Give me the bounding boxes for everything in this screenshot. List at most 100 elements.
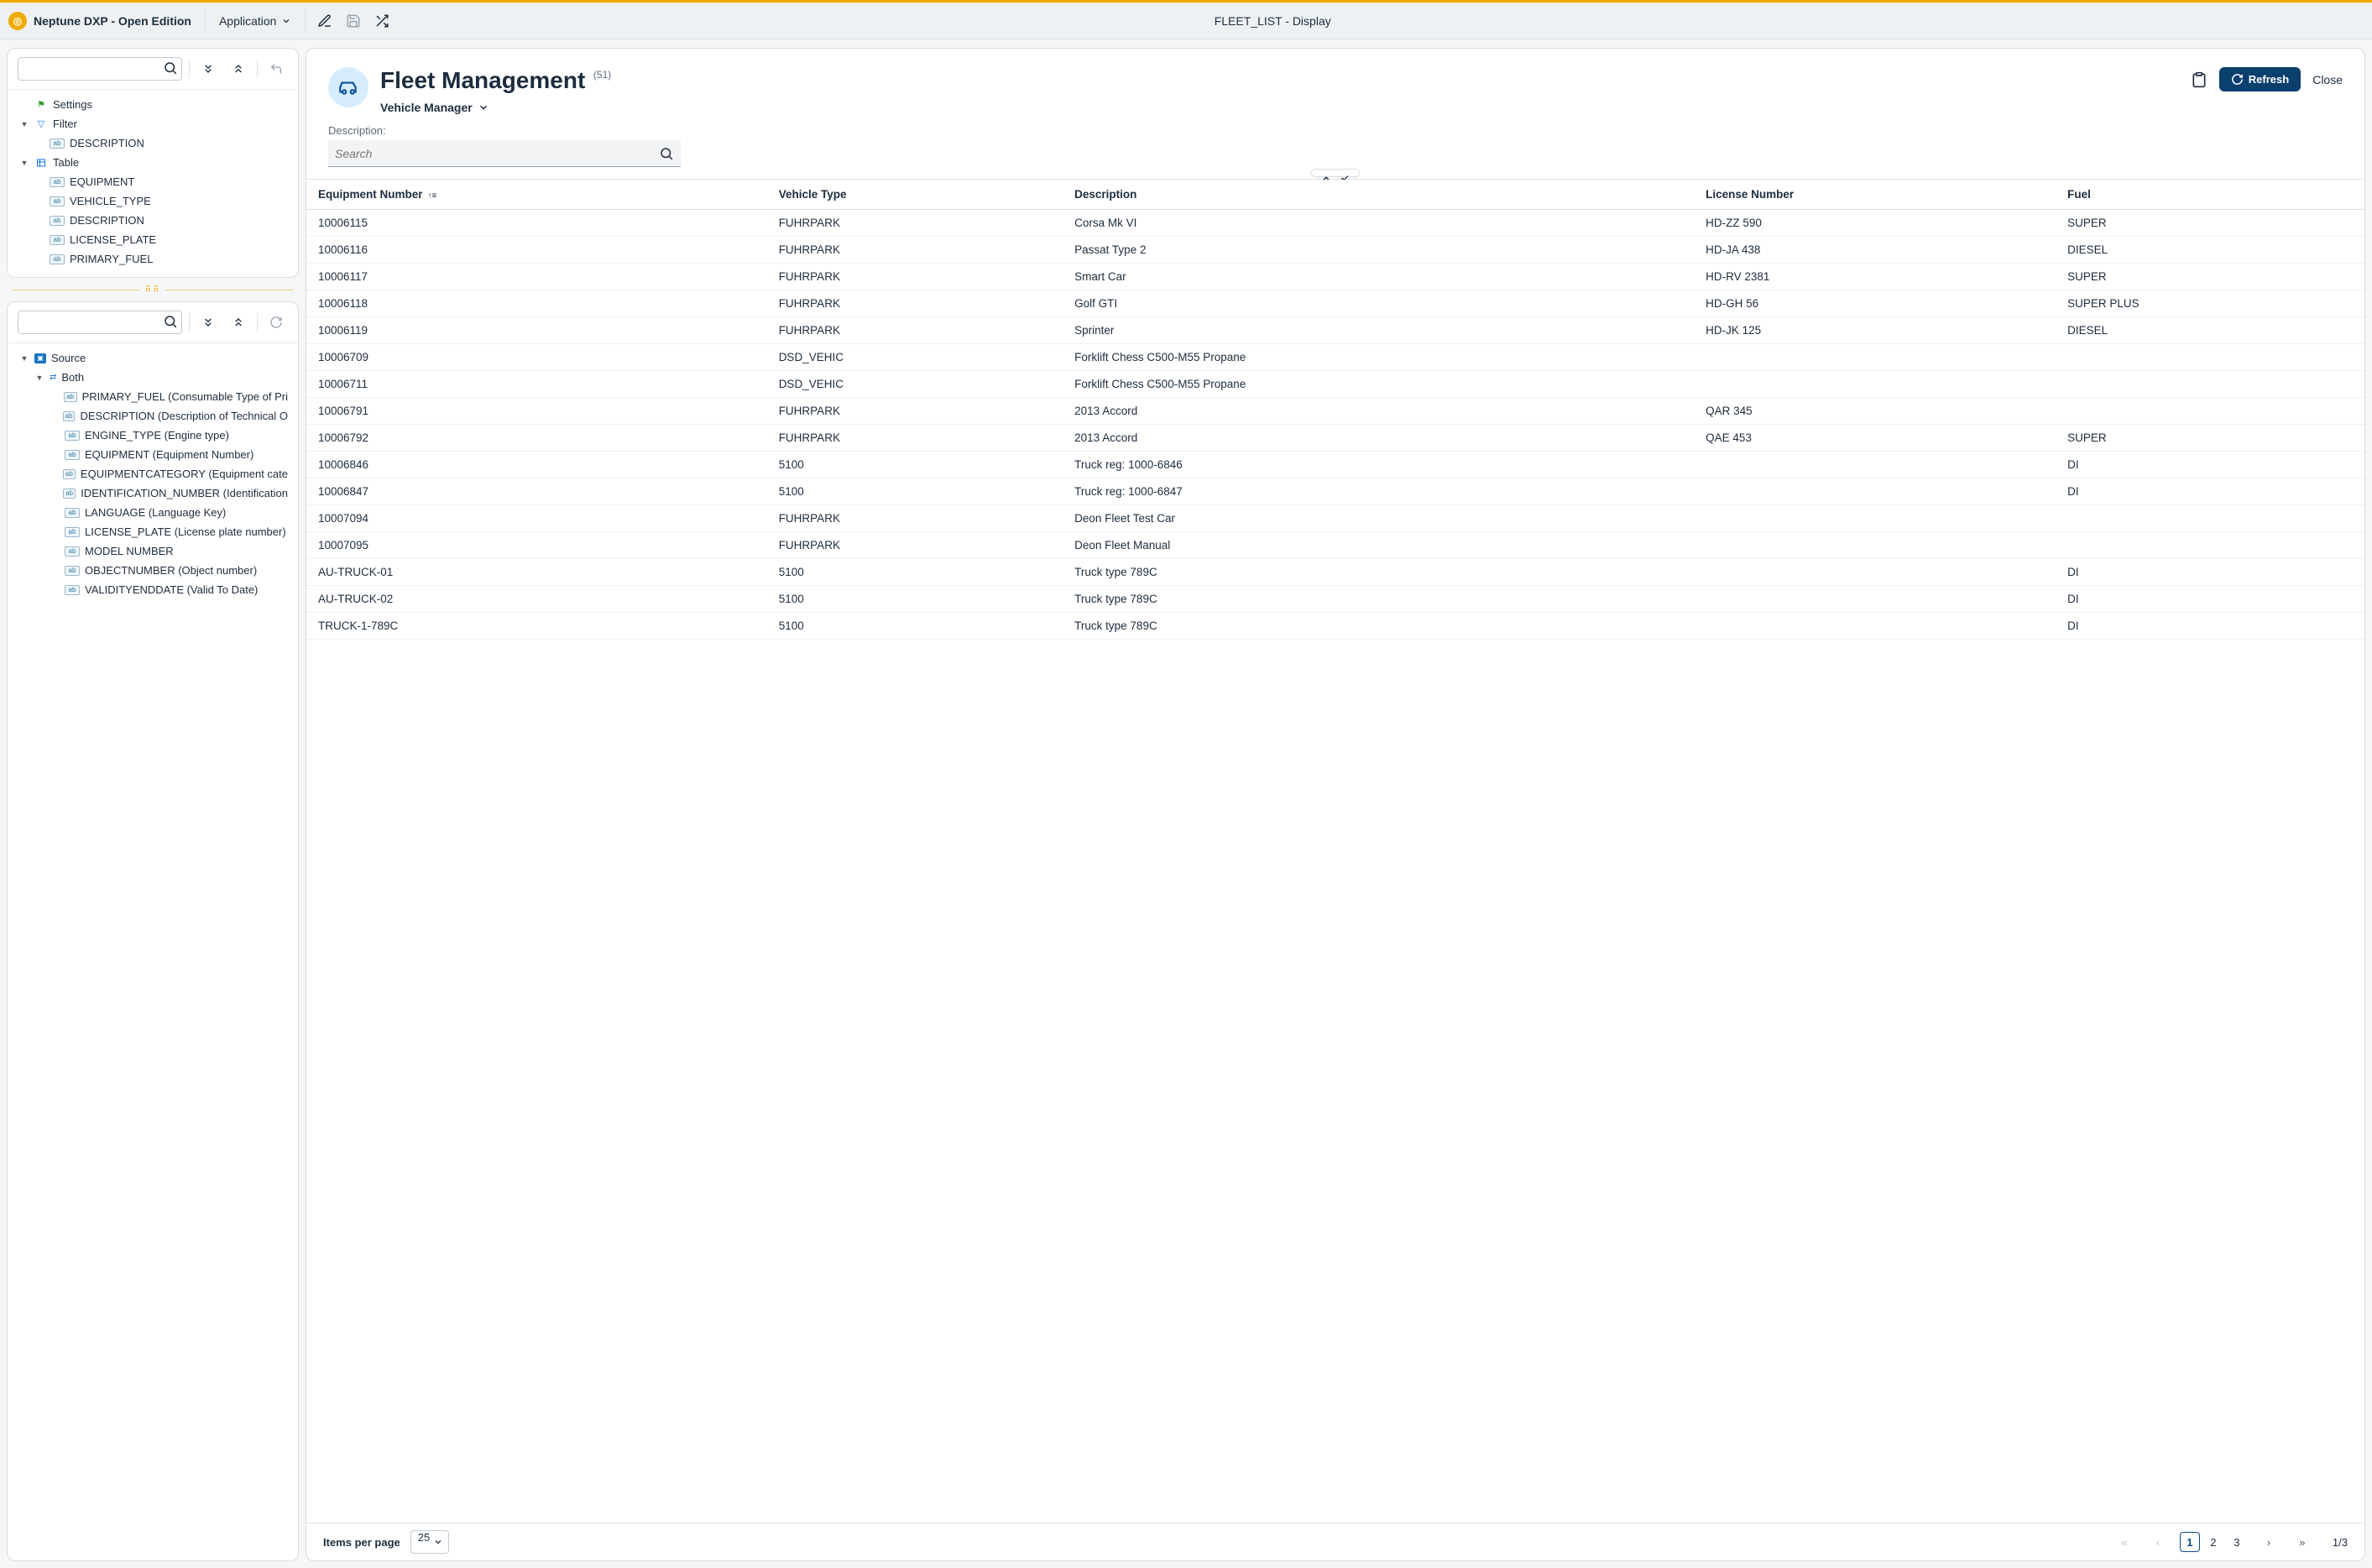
pager-next[interactable]: › [2257, 1530, 2281, 1554]
table-row[interactable]: AU-TRUCK-015100Truck type 789CDI [306, 559, 2364, 586]
shuffle-button[interactable] [368, 7, 396, 35]
expand-all-button[interactable] [196, 311, 220, 334]
refresh-button[interactable] [264, 311, 288, 334]
table-cell: Passat Type 2 [1063, 237, 1694, 264]
table-icon [34, 157, 48, 169]
column-header[interactable]: License Number [1694, 180, 2056, 210]
topbar: ◎ Neptune DXP - Open Edition Application… [0, 3, 2372, 39]
edit-button[interactable] [311, 7, 339, 35]
pager-last[interactable]: » [2291, 1530, 2314, 1554]
table-cell: HD-ZZ 590 [1694, 210, 2056, 237]
tree-item-field[interactable]: abMODEL NUMBER [11, 541, 295, 561]
tree-item-field[interactable]: abLICENSE_PLATE (License plate number) [11, 522, 295, 541]
table-cell: QAE 453 [1694, 425, 2056, 452]
table-row[interactable]: 100068465100Truck reg: 1000-6846DI [306, 452, 2364, 478]
tree-item[interactable]: abPRIMARY_FUEL [11, 249, 295, 269]
tree-item-field[interactable]: abDESCRIPTION (Description of Technical … [11, 406, 295, 426]
tree-item-field[interactable]: abEQUIPMENTCATEGORY (Equipment cate [11, 464, 295, 483]
undo-button[interactable] [264, 57, 288, 81]
table-cell: HD-GH 56 [1694, 290, 2056, 317]
table-row[interactable]: AU-TRUCK-025100Truck type 789CDI [306, 586, 2364, 613]
menu-application[interactable]: Application [211, 9, 300, 33]
tree-item-field[interactable]: abENGINE_TYPE (Engine type) [11, 426, 295, 445]
items-per-page-select[interactable]: 25 [410, 1530, 449, 1554]
collapse-all-button[interactable] [227, 311, 250, 334]
table-body: 10006115FUHRPARKCorsa Mk VIHD-ZZ 590SUPE… [306, 210, 2364, 640]
page-number[interactable]: 3 [2227, 1532, 2247, 1552]
variant-selector[interactable]: Vehicle Manager [380, 101, 611, 114]
table-row[interactable]: 10006119FUHRPARKSprinterHD-JK 125DIESEL [306, 317, 2364, 344]
tree-item-field[interactable]: abVALIDITYENDDATE (Valid To Date) [11, 580, 295, 599]
chevron-down-icon [478, 102, 489, 113]
page-number[interactable]: 2 [2203, 1532, 2223, 1552]
table-cell [2056, 344, 2364, 371]
tree-item-field[interactable]: abOBJECTNUMBER (Object number) [11, 561, 295, 580]
panel-resize-handle[interactable]: ⠿⠿ [7, 286, 299, 293]
tree-item[interactable]: ⚑Settings [11, 95, 295, 114]
search-icon [659, 146, 674, 161]
table-row[interactable]: 10006115FUHRPARKCorsa Mk VIHD-ZZ 590SUPE… [306, 210, 2364, 237]
tree-item-field[interactable]: abIDENTIFICATION_NUMBER (Identification [11, 483, 295, 503]
table-row[interactable]: 10006116FUHRPARKPassat Type 2HD-JA 438DI… [306, 237, 2364, 264]
field-icon: ab [63, 469, 76, 479]
field-icon: ab [50, 177, 65, 187]
table-cell: 5100 [767, 613, 1063, 640]
table-row[interactable]: 10006711DSD_VEHICForklift Chess C500-M55… [306, 371, 2364, 398]
tree-item[interactable]: abVEHICLE_TYPE [11, 191, 295, 211]
search-icon [163, 60, 178, 76]
filter-icon: ▽ [34, 118, 48, 130]
column-header[interactable]: Fuel [2056, 180, 2364, 210]
table-cell: 10007094 [306, 505, 767, 532]
collapse-all-button[interactable] [227, 57, 250, 81]
table-row[interactable]: 100068475100Truck reg: 1000-6847DI [306, 478, 2364, 505]
description-search[interactable] [328, 140, 681, 167]
clipboard-button[interactable] [2191, 71, 2207, 88]
close-button[interactable]: Close [2312, 73, 2343, 86]
save-button[interactable] [339, 7, 368, 35]
table-cell: FUHRPARK [767, 237, 1063, 264]
field-icon: ab [50, 216, 65, 226]
expand-all-button[interactable] [196, 57, 220, 81]
structure-search-input[interactable] [18, 58, 158, 80]
tree-item-field[interactable]: abLANGUAGE (Language Key) [11, 503, 295, 522]
tree-item-source[interactable]: ▼▣Source [11, 348, 295, 368]
tree-item-both[interactable]: ▼⇄Both [11, 368, 295, 387]
tree-item[interactable]: ▼Table [11, 153, 295, 172]
source-search[interactable] [18, 311, 182, 334]
refresh-button[interactable]: Refresh [2219, 67, 2301, 91]
table-cell: AU-TRUCK-01 [306, 559, 767, 586]
table-row[interactable]: 10006709DSD_VEHICForklift Chess C500-M55… [306, 344, 2364, 371]
field-icon: ab [50, 196, 65, 206]
tree-item-field[interactable]: abEQUIPMENT (Equipment Number) [11, 445, 295, 464]
tree-item-field[interactable]: abPRIMARY_FUEL (Consumable Type of Pri [11, 387, 295, 406]
tree-item[interactable]: abLICENSE_PLATE [11, 230, 295, 249]
table-row[interactable]: 10006792FUHRPARK2013 AccordQAE 453SUPER [306, 425, 2364, 452]
column-header[interactable]: Vehicle Type [767, 180, 1063, 210]
field-icon: ab [65, 508, 80, 518]
structure-search[interactable] [18, 57, 182, 81]
table-row[interactable]: 10007094FUHRPARKDeon Fleet Test Car [306, 505, 2364, 532]
table-cell: 5100 [767, 478, 1063, 505]
table-row[interactable]: TRUCK-1-789C5100Truck type 789CDI [306, 613, 2364, 640]
menu-application-label: Application [219, 14, 277, 28]
table-row[interactable]: 10007095FUHRPARKDeon Fleet Manual [306, 532, 2364, 559]
description-search-input[interactable] [335, 147, 659, 160]
table-cell: DI [2056, 452, 2364, 478]
pager-first[interactable]: « [2113, 1530, 2136, 1554]
tree-item[interactable]: abDESCRIPTION [11, 133, 295, 153]
refresh-label: Refresh [2249, 73, 2289, 86]
column-header[interactable]: Equipment Number↑≡ [306, 180, 767, 210]
pager-prev[interactable]: ‹ [2146, 1530, 2170, 1554]
table-cell: FUHRPARK [767, 317, 1063, 344]
table-row[interactable]: 10006791FUHRPARK2013 AccordQAR 345 [306, 398, 2364, 425]
table-cell: Truck reg: 1000-6847 [1063, 478, 1694, 505]
tree-item[interactable]: abEQUIPMENT [11, 172, 295, 191]
tree-item[interactable]: abDESCRIPTION [11, 211, 295, 230]
tree-item[interactable]: ▼▽Filter [11, 114, 295, 133]
source-search-input[interactable] [18, 311, 158, 333]
table-row[interactable]: 10006118FUHRPARKGolf GTIHD-GH 56SUPER PL… [306, 290, 2364, 317]
table-row[interactable]: 10006117FUHRPARKSmart CarHD-RV 2381SUPER [306, 264, 2364, 290]
column-header[interactable]: Description [1063, 180, 1694, 210]
page-number[interactable]: 1 [2180, 1532, 2200, 1552]
table-cell: Smart Car [1063, 264, 1694, 290]
